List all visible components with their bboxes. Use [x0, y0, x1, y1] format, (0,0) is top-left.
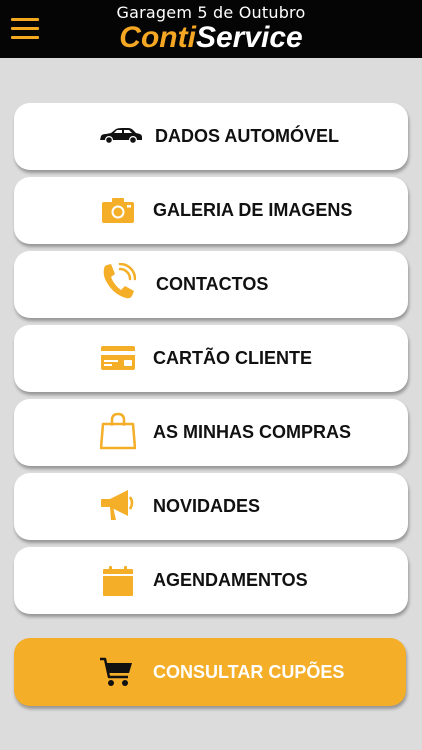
megaphone-icon — [100, 487, 136, 523]
phone-icon — [100, 263, 136, 300]
menu-item-agendamentos[interactable]: AGENDAMENTOS — [14, 547, 408, 614]
menu-item-label: CONTACTOS — [156, 274, 269, 294]
shopping-bag-icon — [100, 412, 136, 450]
menu-item-label: GALERIA DE IMAGENS — [153, 200, 353, 220]
menu-item-label: DADOS AUTOMÓVEL — [155, 126, 340, 146]
menu-item-label: NOVIDADES — [153, 496, 261, 516]
consultar-cupoes-button[interactable]: CONSULTAR CUPÕES — [14, 638, 406, 706]
menu-item-label: AGENDAMENTOS — [153, 570, 308, 590]
menu-item-galeria-imagens[interactable]: GALERIA DE IMAGENS — [14, 177, 408, 244]
menu-item-label: AS MINHAS COMPRAS — [153, 422, 352, 442]
menu-item-novidades[interactable]: NOVIDADES — [14, 473, 408, 540]
consultar-cupoes-label: CONSULTAR CUPÕES — [153, 662, 345, 682]
menu-item-cartao-cliente[interactable]: CARTÃO CLIENTE — [14, 325, 408, 392]
camera-icon — [100, 192, 136, 228]
cart-icon — [98, 654, 134, 690]
menu-item-label: CARTÃO CLIENTE — [153, 348, 312, 368]
calendar-icon — [100, 563, 136, 599]
card-icon — [100, 340, 136, 376]
menu-item-dados-automovel[interactable]: DADOS AUTOMÓVEL — [14, 103, 408, 170]
main-menu: DADOS AUTOMÓVEL GALERIA DE IMAGENS CONTA… — [0, 0, 422, 750]
menu-item-contactos[interactable]: CONTACTOS — [14, 251, 408, 318]
menu-item-as-minhas-compras[interactable]: AS MINHAS COMPRAS — [14, 399, 408, 466]
car-icon — [98, 118, 144, 154]
